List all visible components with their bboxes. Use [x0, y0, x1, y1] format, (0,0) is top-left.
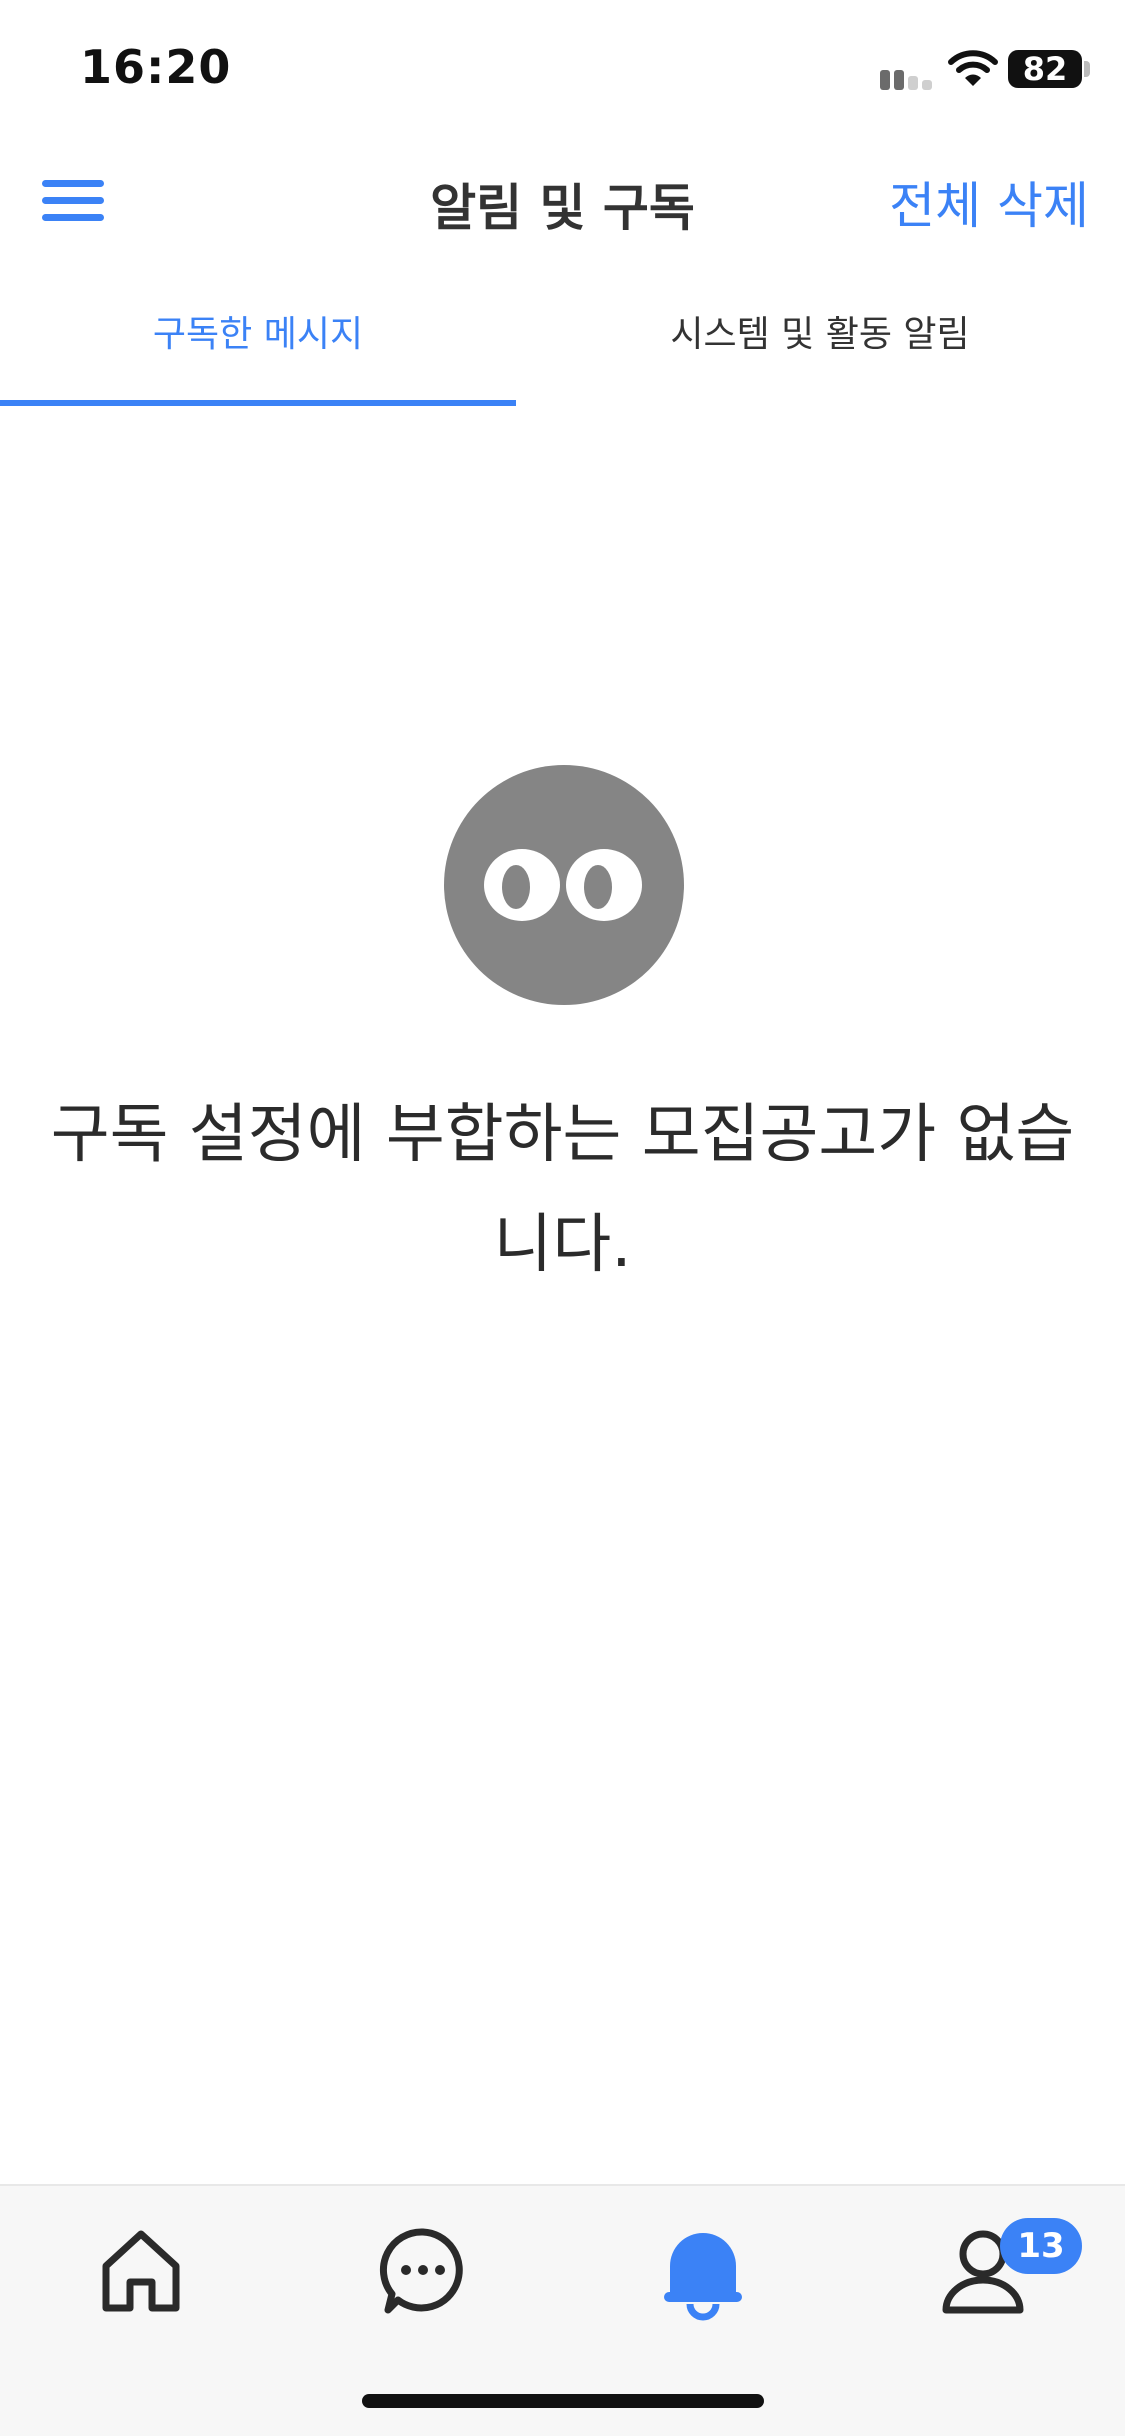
tab-system-activity-alerts[interactable]: 시스템 및 활동 알림: [560, 280, 1080, 410]
nav-chat[interactable]: [368, 2216, 478, 2326]
status-bar: 16:20 82: [0, 0, 1125, 140]
nav-alerts[interactable]: [648, 2216, 758, 2326]
tab-subscribed-messages[interactable]: 구독한 메시지: [0, 280, 516, 410]
eyes-face-icon: [444, 765, 684, 1005]
signal-icon: [880, 70, 932, 90]
status-time: 16:20: [80, 40, 232, 94]
empty-state-message: 구독 설정에 부합하는 모집공고가 없습니다.: [50, 1098, 1075, 1282]
tab-selected-indicator: [0, 400, 516, 406]
tab-bar: 구독한 메시지 시스템 및 활동 알림: [0, 280, 1125, 410]
delete-all-button[interactable]: 전체 삭제: [889, 166, 1089, 238]
header: 알림 및 구독 전체 삭제: [0, 140, 1125, 260]
battery-tip: [1084, 61, 1090, 77]
bell-icon: [664, 2233, 742, 2321]
nav-home[interactable]: [86, 2216, 196, 2326]
home-indicator: [362, 2394, 764, 2408]
home-icon: [102, 2230, 180, 2312]
profile-notification-badge: 13: [1000, 2218, 1082, 2274]
notifications-screen: 16:20 82 알림 및 구독 전체 삭제 구독한 메시지 시스템 및 활동 …: [0, 0, 1125, 2436]
wifi-icon: [948, 50, 998, 86]
chat-bubble-icon: [379, 2228, 463, 2314]
battery-icon: 82: [1008, 50, 1082, 88]
